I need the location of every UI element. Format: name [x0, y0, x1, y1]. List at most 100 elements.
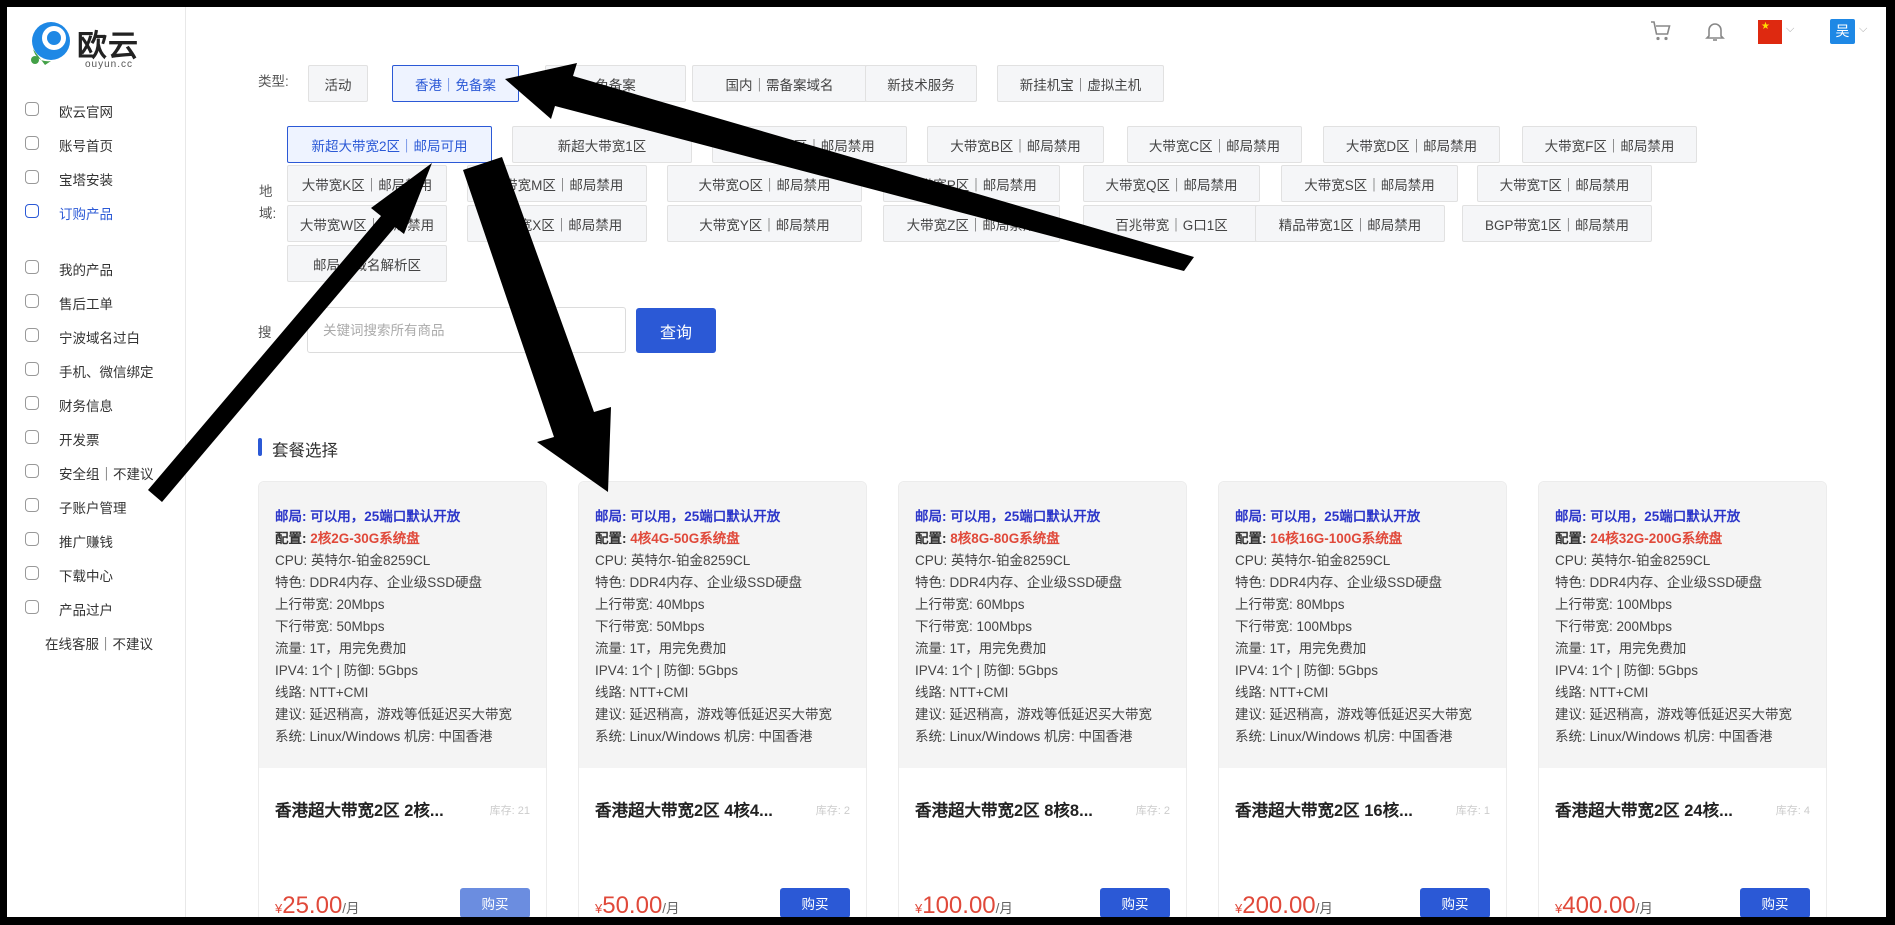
region-chip[interactable]: 新超大带宽1区	[512, 126, 692, 163]
card-title: 香港超大带宽2区 4核4...	[595, 802, 773, 820]
route-line: 线路: NTT+CMI	[595, 685, 689, 700]
type-chip[interactable]: 活动	[308, 65, 368, 102]
sidebar-item[interactable]: 订购产品	[7, 196, 186, 226]
feature-line: 特色: DDR4内存、企业级SSD硬盘	[915, 575, 1123, 590]
feature-line: 特色: DDR4内存、企业级SSD硬盘	[1555, 575, 1763, 590]
region-chip[interactable]: 百兆带宽｜G口1区	[1083, 205, 1260, 242]
price: ¥25.00/月	[275, 892, 360, 917]
region-chip[interactable]: 新超大带宽2区｜邮局可用	[287, 126, 492, 163]
traffic-line: 流量: 1T，用完免费加	[1235, 641, 1367, 656]
route-line: 线路: NTT+CMI	[1235, 685, 1329, 700]
cpu-line: CPU: 英特尔-铂金8259CL	[915, 553, 1071, 568]
sidebar-item[interactable]: 财务信息	[7, 388, 186, 418]
buy-button[interactable]: 购买	[460, 888, 530, 917]
price-period: /月	[662, 901, 680, 916]
config-prefix: 配置:	[1555, 531, 1591, 546]
region-chip[interactable]: 大带宽D区｜邮局禁用	[1323, 126, 1500, 163]
sidebar-item[interactable]: 在线客服｜不建议	[7, 626, 186, 656]
type-chip[interactable]: 免备案	[545, 65, 686, 102]
coin-icon	[25, 532, 39, 546]
region-chip[interactable]: 大带宽B区｜邮局禁用	[927, 126, 1104, 163]
card-spec-panel: 邮局: 可以用，25端口默认开放 配置: 16核16G-100G系统盘 CPU: 英…	[1219, 482, 1506, 768]
sidebar-item-label: 产品过户	[59, 603, 113, 618]
region-chip[interactable]: 大带宽T区｜邮局禁用	[1477, 165, 1652, 202]
search-input[interactable]	[307, 307, 626, 353]
region-chip[interactable]: 大带宽O区｜邮局禁用	[667, 165, 862, 202]
type-chip[interactable]: 新挂机宝｜虚拟主机	[997, 65, 1164, 102]
region-chip[interactable]: 大带宽C区｜邮局禁用	[1127, 126, 1302, 163]
region-chip[interactable]: 大带宽Y区｜邮局禁用	[667, 205, 862, 242]
type-chip[interactable]: 新技术服务	[865, 65, 977, 102]
user-icon	[25, 136, 39, 150]
sidebar-item[interactable]: 手机、微信绑定	[7, 354, 186, 384]
plan-card[interactable]: 邮局: 可以用，25端口默认开放 配置: 24核32G-200G系统盘 CPU: 英…	[1538, 481, 1827, 917]
sidebar-item[interactable]: 安全组｜不建议	[7, 456, 186, 486]
region-chip[interactable]: 邮局｜域名解析区	[287, 245, 447, 282]
region-chip[interactable]: BGP带宽1区｜邮局禁用	[1462, 205, 1652, 242]
mail-line: 邮局: 可以用，25端口默认开放	[1235, 509, 1421, 524]
sidebar: 欧云 ouyun.cc 欧云官网账号首页宝塔安装订购产品我的产品售后工单宁波域名…	[7, 7, 186, 917]
buy-button[interactable]: 购买	[1100, 888, 1170, 917]
type-chip[interactable]: 香港｜免备案	[392, 65, 519, 102]
sidebar-item[interactable]: 下载中心	[7, 558, 186, 588]
subaccount-icon	[25, 498, 39, 512]
invoice-icon	[25, 430, 39, 444]
region-chip[interactable]: 大带宽S区｜邮局禁用	[1281, 165, 1458, 202]
region-chip[interactable]: 大带宽M区｜邮局禁用	[467, 165, 647, 202]
type-chip[interactable]: 国内｜需备案域名	[692, 65, 867, 102]
list-icon	[25, 260, 39, 274]
bell-icon[interactable]	[1703, 19, 1727, 43]
download-bandwidth: 下行带宽: 50Mbps	[595, 619, 705, 634]
route-line: 线路: NTT+CMI	[275, 685, 369, 700]
region-chip[interactable]: 大带宽Z区｜邮局禁用	[883, 205, 1060, 242]
sidebar-item[interactable]: 售后工单	[7, 286, 186, 316]
card-spec-list: 邮局: 可以用，25端口默认开放 配置: 16核16G-100G系统盘 CPU: 英…	[1235, 506, 1472, 748]
region-chip[interactable]: 大带宽X区｜邮局禁用	[467, 205, 647, 242]
logo-icon	[31, 22, 70, 65]
sidebar-item[interactable]: 推广赚钱	[7, 524, 186, 554]
avatar[interactable]: 吴	[1830, 19, 1855, 44]
card-title: 香港超大带宽2区 24核...	[1555, 802, 1733, 820]
price-period: /月	[995, 901, 1013, 916]
logo[interactable]: 欧云 ouyun.cc	[27, 15, 187, 71]
card-title: 香港超大带宽2区 2核...	[275, 802, 444, 820]
upload-bandwidth: 上行带宽: 20Mbps	[275, 597, 385, 612]
sidebar-item-label: 售后工单	[59, 297, 113, 312]
sidebar-item[interactable]: 账号首页	[7, 128, 186, 158]
region-chip[interactable]: 大带宽W区｜邮局禁用	[287, 205, 447, 242]
sidebar-item[interactable]: 欧云官网	[7, 94, 186, 124]
region-chip[interactable]: 大带宽Q区｜邮局禁用	[1083, 165, 1260, 202]
traffic-line: 流量: 1T，用完免费加	[915, 641, 1047, 656]
plan-card[interactable]: 邮局: 可以用，25端口默认开放 配置: 8核8G-80G系统盘 CPU: 英特尔-…	[898, 481, 1187, 917]
ipv4-line: IPV4: 1个 | 防御: 5Gbps	[595, 663, 739, 678]
sidebar-item[interactable]: 子账户管理	[7, 490, 186, 520]
system-line: 系统: Linux/Windows 机房: 中国香港	[275, 729, 493, 744]
search-button[interactable]: 查询	[636, 308, 716, 353]
plan-card[interactable]: 邮局: 可以用，25端口默认开放 配置: 16核16G-100G系统盘 CPU: 英…	[1218, 481, 1507, 917]
cart-icon[interactable]	[1649, 19, 1673, 43]
sidebar-item[interactable]: 宝塔安装	[7, 162, 186, 192]
region-chip[interactable]: 大带宽K区｜邮局禁用	[287, 165, 447, 202]
chevron-down-icon[interactable]: ⌵	[1859, 23, 1867, 36]
buy-button[interactable]: 购买	[1740, 888, 1810, 917]
type-label: 类型:	[258, 74, 289, 89]
buy-button[interactable]: 购买	[1420, 888, 1490, 917]
chevron-down-icon[interactable]: ⌵	[1786, 23, 1794, 36]
sidebar-item[interactable]: 产品过户	[7, 592, 186, 622]
cpu-line: CPU: 英特尔-铂金8259CL	[595, 553, 751, 568]
china-flag-icon[interactable]: ★	[1758, 20, 1782, 44]
region-chip[interactable]: 大带宽P区｜邮局禁用	[883, 165, 1060, 202]
sidebar-item[interactable]: 开发票	[7, 422, 186, 452]
region-label: 地	[259, 184, 273, 199]
region-chip[interactable]: 大带宽F区｜邮局禁用	[1522, 126, 1697, 163]
price: ¥50.00/月	[595, 892, 680, 917]
buy-button[interactable]: 购买	[780, 888, 850, 917]
plan-card[interactable]: 邮局: 可以用，25端口默认开放 配置: 2核2G-30G系统盘 CPU: 英特尔-…	[258, 481, 547, 917]
top-bar: ★ ⌵ 吴 ⌵	[186, 7, 1886, 57]
plan-card[interactable]: 邮局: 可以用，25端口默认开放 配置: 4核4G-50G系统盘 CPU: 英特尔-…	[578, 481, 867, 917]
region-chip[interactable]: 精品带宽1区｜邮局禁用	[1255, 205, 1445, 242]
region-chip[interactable]: 大带宽A区｜邮局禁用	[712, 126, 907, 163]
download-bandwidth: 下行带宽: 50Mbps	[275, 619, 385, 634]
sidebar-item[interactable]: 我的产品	[7, 252, 186, 282]
sidebar-item[interactable]: 宁波域名过白	[7, 320, 186, 350]
